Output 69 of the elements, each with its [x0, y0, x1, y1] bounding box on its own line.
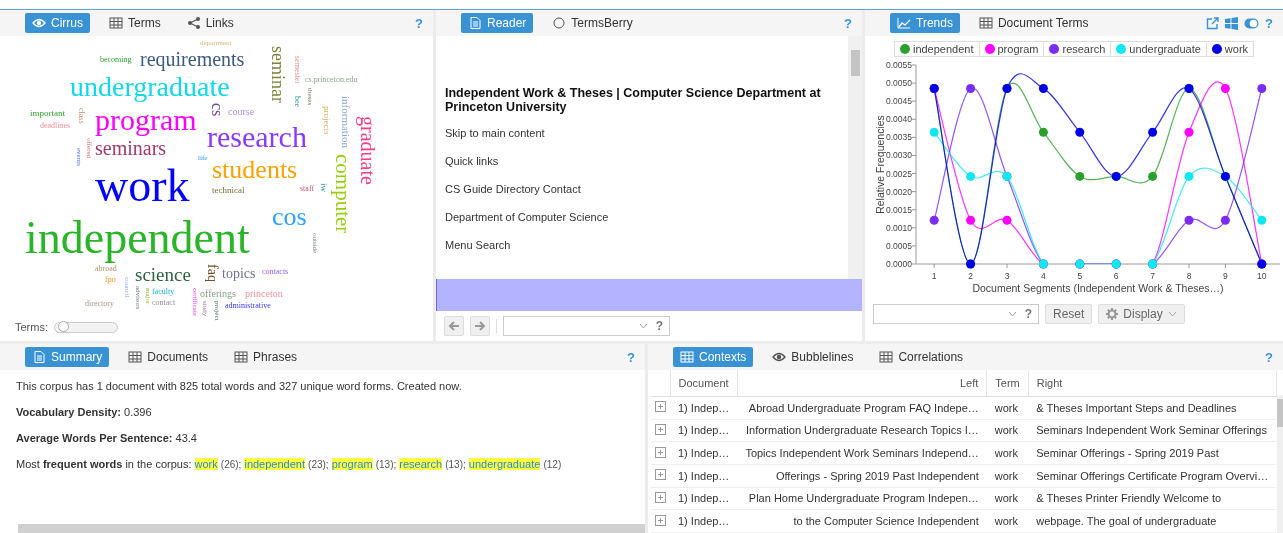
- axis-tick-label: 0.0025: [886, 168, 912, 179]
- table-cell: Seminar Offerings - Spring 2019 Past: [1028, 441, 1277, 465]
- axis-tick-label: 3: [1004, 271, 1010, 281]
- table-cell: 1) Indep…: [670, 396, 738, 420]
- axis-tick-label: 0.0030: [886, 150, 912, 161]
- document-text: Menu Search: [445, 238, 512, 252]
- term-count: (23);: [308, 459, 329, 470]
- axis-tick-label: 0.0005: [886, 240, 912, 251]
- table-cell: work: [986, 464, 1029, 488]
- summary-text: Most frequent words in the corpus:: [16, 458, 192, 470]
- table-cell: Plan Home Undergraduate Program Indepen…: [737, 487, 987, 510]
- axis-tick-label: 0.0045: [886, 96, 912, 107]
- axis-tick-label: 8: [1186, 271, 1192, 281]
- axis-tick-label: 0.0055: [886, 60, 912, 70]
- table-cell: work: [986, 441, 1029, 465]
- table-cell: Seminar Offerings Certificate Program Overvi…: [1028, 464, 1277, 488]
- axis-tick-label: 7: [1150, 271, 1155, 281]
- document-text: Quick links: [445, 154, 500, 168]
- table-cell: Offerings - Spring 2019 Past Independent: [737, 464, 987, 488]
- term-count: (13);: [375, 459, 397, 470]
- table-cell: work: [986, 487, 1029, 510]
- table-cell: Abroad Undergraduate Program FAQ Indepe…: [737, 396, 987, 420]
- axis-tick-label: 0.0020: [886, 186, 912, 197]
- table-cell: webpage. The goal of undergraduate: [1028, 509, 1277, 533]
- summary-text: This corpus has 1 document with 825 total words and 327 unique word forms. Created now.: [16, 379, 463, 393]
- document-text: Department of Computer Science: [445, 210, 610, 224]
- axis-title: Relative Frequencies: [874, 115, 886, 214]
- table-cell: 1) Indep…: [670, 441, 738, 465]
- table-cell: 1) Indep…: [670, 464, 738, 488]
- legend-label: independent: [912, 43, 974, 55]
- table-cell: to the Computer Science Independent: [737, 509, 987, 533]
- table-cell: Seminars Independent Work Seminar Offerings: [1028, 419, 1277, 442]
- axis-tick-label: 0.0010: [886, 222, 912, 233]
- axis-tick-label: 9: [1223, 271, 1228, 281]
- table-cell: 1) Indep…: [670, 487, 738, 510]
- table-cell: work: [986, 509, 1029, 533]
- axis-tick-label: 0.0035: [886, 132, 912, 143]
- term-count: (12): [543, 459, 562, 470]
- document-title: Independent Work & Theses | Computer Science Department at Princeton University: [445, 86, 822, 114]
- term-count: (26);: [220, 459, 242, 470]
- table-cell: work: [986, 396, 1029, 420]
- term-count: (13);: [445, 459, 466, 470]
- axis-tick-label: 0.0050: [886, 78, 912, 89]
- document-text: Skip to main content: [445, 126, 546, 140]
- axis-tick-label: 0.0040: [886, 114, 912, 125]
- legend-label: work: [1224, 43, 1249, 55]
- table-cell: Information Undergraduate Research Topics I…: [737, 419, 987, 442]
- axis-tick-label: 10: [1257, 271, 1267, 281]
- axis-title: Document Segments (Independent Work & Theses…): [972, 282, 1224, 294]
- table-cell: & Theses Important Steps and Deadlines: [1028, 396, 1277, 420]
- legend-label: undergraduate: [1129, 43, 1201, 55]
- axis-tick-label: 4: [1041, 271, 1046, 281]
- summary-text: Average Words Per Sentence: 43.4: [16, 431, 198, 445]
- document-text: CS Guide Directory Contact: [445, 182, 582, 196]
- summary-text: Vocabulary Density: 0.396: [16, 405, 153, 419]
- axis-tick-label: 5: [1077, 271, 1083, 281]
- table-cell: 1) Indep…: [670, 419, 738, 442]
- axis-tick-label: 1: [931, 271, 937, 281]
- axis-tick-label: 2: [968, 271, 973, 281]
- terms-label: Terms:: [15, 321, 48, 333]
- table-cell: & Theses Printer Friendly Welcome to: [1028, 487, 1277, 510]
- legend-label: program: [997, 43, 1039, 55]
- table-cell: Topics Independent Work Seminars Independ…: [737, 441, 987, 465]
- axis-tick-label: 0.0015: [886, 204, 912, 215]
- axis-tick-label: 6: [1113, 271, 1119, 281]
- table-cell: 1) Indep…: [670, 509, 738, 533]
- axis-tick-label: 0.0000: [886, 259, 912, 269]
- table-cell: work: [986, 419, 1029, 442]
- legend-label: research: [1062, 43, 1106, 55]
